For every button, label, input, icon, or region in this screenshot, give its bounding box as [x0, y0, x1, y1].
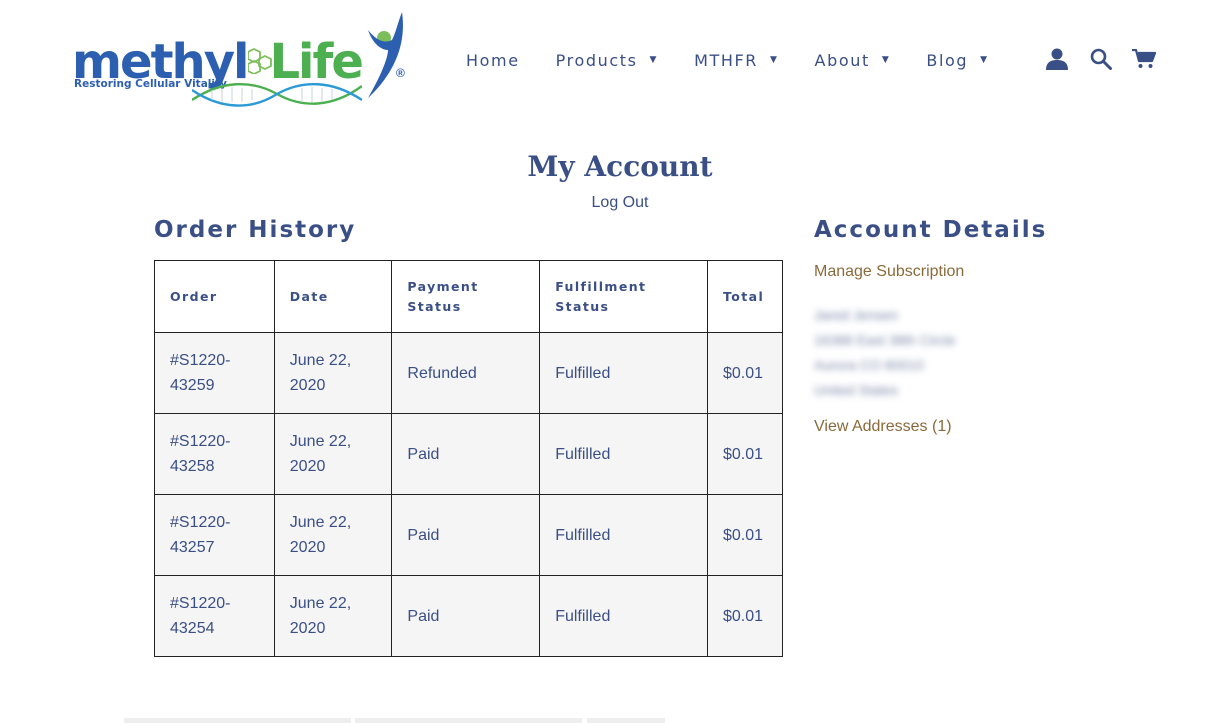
table-row: #S1220- 43254 June 22, 2020 Paid Fulfilled…	[154, 575, 783, 657]
payment-status-cell: Paid	[391, 575, 541, 657]
order-total-cell: $0.01	[707, 413, 783, 495]
table-header-row: Order Date Payment Status Fulfillment St…	[154, 260, 783, 333]
caret-down-icon: ▼	[881, 55, 891, 65]
nav-item-about[interactable]: About ▼	[815, 51, 891, 70]
order-link[interactable]: #S1220- 43254	[170, 595, 231, 637]
order-number-part: 43257	[170, 539, 215, 556]
order-number-part: 43254	[170, 620, 215, 637]
order-link[interactable]: #S1220- 43259	[170, 352, 231, 394]
column-header-total: Total	[707, 260, 783, 333]
header-label: Payment Status	[407, 278, 479, 314]
order-number-part: #S1220-	[170, 595, 231, 612]
footer-edge	[587, 718, 665, 723]
date-part: June 22,	[289, 433, 352, 450]
user-icon	[1046, 48, 1068, 70]
fulfillment-status-cell: Fulfilled	[539, 494, 708, 576]
registered-mark: ®	[396, 66, 405, 80]
site-logo[interactable]: methyl Life ® Restoring Cellular Vitality	[72, 10, 412, 110]
page-title: My Account	[527, 150, 713, 183]
fulfillment-status-cell: Fulfilled	[539, 575, 708, 657]
account-details-title: Account Details	[814, 217, 1048, 243]
payment-status-cell: Paid	[391, 494, 541, 576]
order-number-part: 43259	[170, 377, 215, 394]
site-header: methyl Life ® Restoring Cellular Vitality…	[0, 0, 1215, 120]
hexagon-icon	[248, 48, 272, 74]
nav-item-blog[interactable]: Blog ▼	[926, 51, 988, 70]
column-header-order: Order	[154, 260, 275, 333]
column-header-payment-status: Payment Status	[391, 260, 541, 333]
order-number-cell[interactable]: #S1220- 43257	[154, 494, 275, 576]
manage-subscription-link[interactable]: Manage Subscription	[814, 263, 964, 281]
person-figure-icon	[368, 12, 403, 98]
account-button[interactable]	[1044, 46, 1070, 72]
logout-link[interactable]: Log Out	[0, 194, 1215, 212]
order-total-cell: $0.01	[707, 494, 783, 576]
address-line: 16388 East 38th Circle	[814, 332, 956, 348]
caret-down-icon: ▼	[980, 55, 989, 65]
date-part: June 22,	[289, 352, 352, 369]
search-button[interactable]	[1088, 46, 1114, 72]
order-link[interactable]: #S1220- 43258	[170, 433, 231, 475]
order-total-cell: $0.01	[707, 575, 783, 657]
address-line: United States	[814, 382, 899, 398]
cart-button[interactable]	[1131, 46, 1157, 72]
payment-status-cell: Refunded	[391, 332, 541, 414]
order-number-cell[interactable]: #S1220- 43254	[154, 575, 275, 657]
fulfillment-status-cell: Fulfilled	[539, 332, 708, 414]
order-number-part: #S1220-	[170, 514, 231, 531]
view-addresses-link[interactable]: View Addresses (1)	[814, 418, 952, 436]
default-address: Jared Jensen 16388 East 38th Circle Auro…	[814, 303, 956, 403]
date-part: 2020	[289, 458, 326, 475]
nav-label: MTHFR	[694, 50, 759, 70]
address-line: Jared Jensen	[814, 307, 899, 323]
order-date-cell: June 22, 2020	[273, 494, 393, 576]
column-header-date: Date	[273, 260, 393, 333]
nav-label: About	[814, 50, 870, 70]
date-part: 2020	[289, 539, 326, 556]
date-part: 2020	[289, 377, 326, 394]
footer-edge	[124, 718, 351, 723]
order-number-part: #S1220-	[170, 352, 231, 369]
table-row: #S1220- 43258 June 22, 2020 Paid Fulfilled…	[154, 413, 783, 495]
order-total-cell: $0.01	[707, 332, 783, 414]
main-nav: Home Products ▼ MTHFR ▼ About ▼ Blog ▼	[466, 48, 989, 72]
order-number-cell[interactable]: #S1220- 43259	[154, 332, 275, 414]
address-line: Aurora CO 80010	[814, 357, 924, 373]
nav-item-mthfr[interactable]: MTHFR ▼	[694, 51, 778, 70]
caret-down-icon: ▼	[649, 55, 659, 65]
column-header-fulfillment-status: Fulfillment Status	[539, 260, 708, 333]
nav-label: Blog	[926, 50, 969, 70]
nav-item-products[interactable]: Products ▼	[556, 51, 658, 70]
header-label: Fulfillment Status	[555, 278, 647, 314]
nav-label: Products	[555, 50, 638, 70]
order-number-part: 43258	[170, 458, 215, 475]
payment-status-cell: Paid	[391, 413, 541, 495]
order-link[interactable]: #S1220- 43257	[170, 514, 231, 556]
table-row: #S1220- 43259 June 22, 2020 Refunded Fulfi…	[154, 332, 783, 414]
order-date-cell: June 22, 2020	[273, 332, 393, 414]
order-date-cell: June 22, 2020	[273, 413, 393, 495]
cart-icon	[1132, 49, 1156, 68]
search-icon	[1090, 48, 1112, 70]
order-number-cell[interactable]: #S1220- 43258	[154, 413, 275, 495]
footer-edge	[355, 718, 582, 723]
caret-down-icon: ▼	[770, 55, 779, 65]
nav-item-home[interactable]: Home	[466, 51, 520, 70]
nav-label: Home	[466, 50, 520, 70]
date-part: 2020	[289, 620, 326, 637]
order-history-table: Order Date Payment Status Fulfillment St…	[154, 260, 783, 657]
order-date-cell: June 22, 2020	[273, 575, 393, 657]
fulfillment-status-cell: Fulfilled	[539, 413, 708, 495]
dna-helix-icon	[192, 83, 362, 107]
order-history-title: Order History	[154, 217, 357, 243]
date-part: June 22,	[289, 514, 352, 531]
table-row: #S1220- 43257 June 22, 2020 Paid Fulfilled…	[154, 494, 783, 576]
order-number-part: #S1220-	[170, 433, 231, 450]
date-part: June 22,	[289, 595, 352, 612]
